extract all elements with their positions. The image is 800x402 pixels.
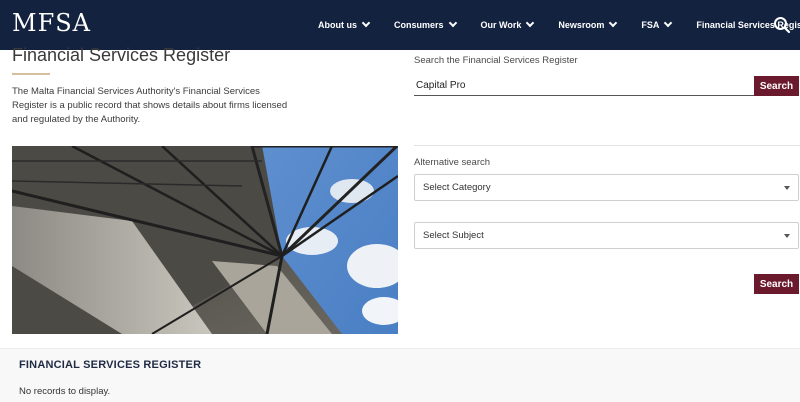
chevron-down-icon: [664, 18, 673, 28]
nav-item-label: Consumers: [394, 20, 444, 30]
no-records-message: No records to display.: [19, 386, 111, 397]
alternative-search-button[interactable]: Search: [754, 274, 799, 294]
select-category-dropdown[interactable]: Select Category: [414, 174, 799, 201]
nav-item-label: FSA: [641, 20, 660, 30]
mfsa-logo[interactable]: MFSA: [12, 9, 91, 37]
caret-down-icon: [784, 186, 790, 190]
nav-item-newsroom[interactable]: Newsroom: [558, 18, 618, 30]
search-label: Search the Financial Services Register: [414, 55, 578, 66]
top-navigation-bar: MFSA About us Consumers Our Work Newsroo…: [0, 0, 800, 50]
intro-description: The Malta Financial Services Authority's…: [12, 86, 288, 125]
nav-item-label: Newsroom: [558, 20, 605, 30]
section-divider: [414, 145, 800, 146]
title-underline: [12, 73, 50, 75]
nav-item-about-us[interactable]: About us: [318, 18, 371, 30]
chevron-down-icon: [526, 18, 535, 28]
nav-item-label: Our Work: [480, 20, 522, 30]
chevron-down-icon: [609, 18, 618, 28]
select-category-value: Select Category: [423, 182, 491, 193]
select-subject-dropdown[interactable]: Select Subject: [414, 222, 799, 249]
page-title: Financial Services Register: [12, 45, 231, 65]
results-title: FINANCIAL SERVICES REGISTER: [19, 359, 202, 371]
nav-item-label: About us: [318, 20, 357, 30]
search-button[interactable]: Search: [754, 76, 799, 96]
nav-item-our-work[interactable]: Our Work: [480, 18, 535, 30]
select-subject-value: Select Subject: [423, 230, 484, 241]
alternative-search-label: Alternative search: [414, 157, 491, 168]
results-panel: FINANCIAL SERVICES REGISTER No records t…: [0, 348, 800, 402]
main-navigation: About us Consumers Our Work Newsroom FSA…: [318, 0, 800, 50]
search-input[interactable]: [414, 76, 754, 96]
chevron-down-icon: [361, 18, 371, 28]
caret-down-icon: [784, 234, 790, 238]
search-icon[interactable]: [772, 15, 792, 35]
nav-item-fsa[interactable]: FSA: [641, 18, 673, 30]
nav-item-consumers[interactable]: Consumers: [394, 18, 457, 30]
chevron-down-icon: [448, 18, 457, 28]
architecture-hero-image: [12, 146, 398, 334]
